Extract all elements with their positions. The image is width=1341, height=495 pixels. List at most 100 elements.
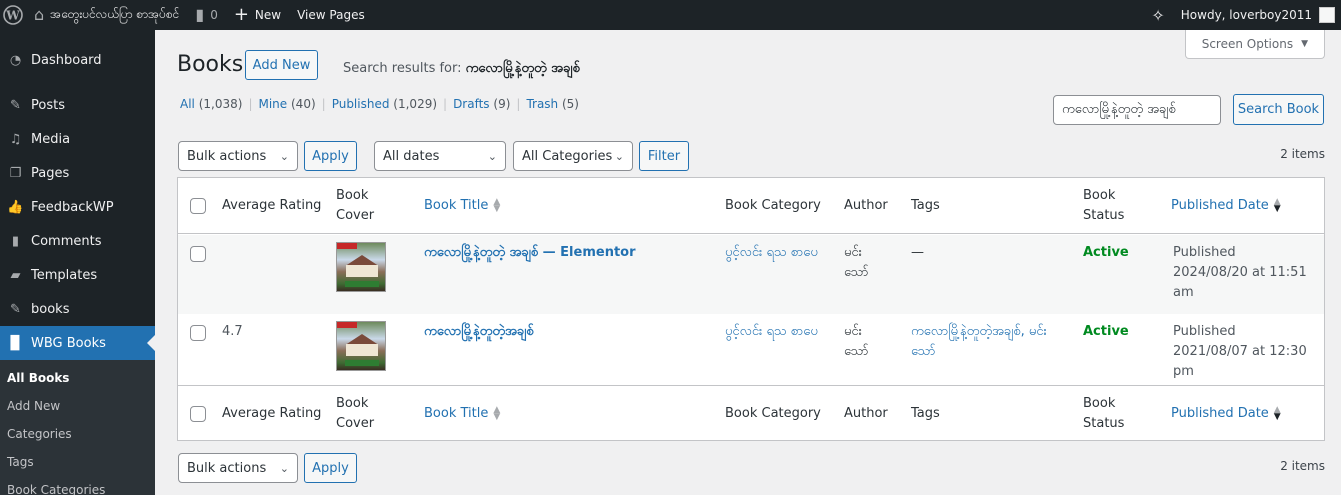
book-title: ကလောမြို့နဲ့တူတဲ့အချစ် bbox=[424, 324, 534, 339]
sidebar-item-feedbackwp[interactable]: 👍 FeedbackWP bbox=[0, 190, 155, 224]
view-label: Published bbox=[331, 97, 390, 111]
row-checkbox[interactable] bbox=[190, 246, 206, 262]
folder-icon: ▰ bbox=[10, 267, 21, 283]
sidebar-item-posts[interactable]: ✎ Posts bbox=[0, 88, 155, 122]
view-mine[interactable]: Mine (40) bbox=[258, 97, 315, 111]
published-date: 2024/08/20 at 11:51 am bbox=[1173, 265, 1307, 300]
view-trash[interactable]: Trash (5) bbox=[526, 97, 579, 111]
view-label: All bbox=[180, 97, 195, 111]
col-published-date-sort[interactable]: Published Date ▲ ▼ bbox=[1171, 196, 1281, 216]
view-all[interactable]: All (1,038) bbox=[180, 97, 242, 111]
chevron-down-icon: ⌄ bbox=[279, 461, 289, 475]
published-date: 2021/08/07 at 12:30 pm bbox=[1173, 344, 1307, 379]
table-row: 4.7 ကလောမြို့နဲ့တူတဲ့အချစ် ပွင့်လင်း ရသ … bbox=[178, 314, 1324, 385]
select-all-checkbox[interactable] bbox=[190, 406, 206, 422]
filter-button[interactable]: Filter bbox=[639, 141, 689, 171]
book-title-link[interactable]: ကလောမြို့နဲ့တူတဲ့အချစ် bbox=[424, 322, 714, 342]
sidebar-item-dashboard[interactable]: ◔ Dashboard bbox=[0, 43, 155, 77]
svg-text:W: W bbox=[5, 9, 20, 23]
sidebar-item-pages[interactable]: ❐ Pages bbox=[0, 156, 155, 190]
date-filter-value: All dates bbox=[383, 148, 440, 164]
items-count: 2 items bbox=[1280, 147, 1325, 161]
book-title-link[interactable]: ကလောမြို့နဲ့တူတဲ့ အချစ် — Elementor bbox=[424, 243, 714, 263]
new-content-link[interactable]: + New bbox=[226, 0, 289, 30]
sidebar-item-label: Media bbox=[31, 131, 71, 147]
bulk-actions-value: Bulk actions bbox=[187, 148, 267, 164]
row-checkbox[interactable] bbox=[190, 325, 206, 341]
published-status: Published bbox=[1173, 324, 1236, 339]
view-drafts[interactable]: Drafts (9) bbox=[453, 97, 510, 111]
site-name-link[interactable]: ⌂ အတွေးပင်လယ်ပြာ စာအုပ်စင် bbox=[26, 0, 187, 30]
add-new-button[interactable]: Add New bbox=[245, 50, 318, 80]
col-book-status: Book Status bbox=[1083, 396, 1125, 431]
sidebar-item-templates[interactable]: ▰ Templates bbox=[0, 258, 155, 292]
category-filter-select[interactable]: All Categories ⌄ bbox=[513, 141, 633, 171]
search-input[interactable] bbox=[1053, 95, 1221, 125]
book-author: မင်းသော် bbox=[844, 324, 869, 359]
col-published-date: Published Date bbox=[1171, 198, 1269, 213]
apply-button[interactable]: Apply bbox=[304, 141, 357, 171]
view-count: (40) bbox=[291, 97, 316, 111]
sidebar-item-label: Posts bbox=[31, 97, 65, 113]
col-average-rating: Average Rating bbox=[222, 198, 322, 213]
status-badge: Active bbox=[1083, 324, 1129, 339]
search-book-button[interactable]: Search Book bbox=[1233, 94, 1324, 125]
view-published[interactable]: Published (1,029) bbox=[332, 97, 437, 111]
status-badge: Active bbox=[1083, 245, 1129, 260]
sidebar-item-comments[interactable]: ▮ Comments bbox=[0, 224, 155, 258]
col-published-date-sort[interactable]: Published Date ▲ ▼ bbox=[1171, 404, 1281, 424]
submenu-all-books[interactable]: All Books bbox=[0, 364, 155, 392]
avatar bbox=[1319, 7, 1335, 23]
book-title-suffix: — Elementor bbox=[538, 245, 636, 260]
media-icon: ♫ bbox=[9, 131, 22, 147]
submenu-book-categories[interactable]: Book Categories bbox=[0, 476, 155, 495]
wordpress-logo-icon[interactable]: W bbox=[0, 0, 26, 30]
pin-icon: ✎ bbox=[10, 97, 21, 113]
my-account-link[interactable]: Howdy, loverboy2011 bbox=[1173, 0, 1341, 30]
col-book-title-sort[interactable]: Book Title ▲ ▼ bbox=[424, 196, 500, 216]
admin-sidebar: ◔ Dashboard ✎ Posts ♫ Media ❐ Pages 👍 Fe… bbox=[0, 30, 155, 495]
category-filter-value: All Categories bbox=[522, 148, 613, 164]
comments-count: 0 bbox=[210, 8, 218, 22]
submenu-add-new[interactable]: Add New bbox=[0, 392, 155, 420]
select-all-checkbox[interactable] bbox=[190, 198, 206, 214]
sidebar-item-wbg-books[interactable]: ▉ WBG Books bbox=[0, 326, 155, 360]
separator: | bbox=[443, 97, 448, 111]
howdy-text: Howdy, loverboy2011 bbox=[1180, 8, 1312, 22]
view-pages-link[interactable]: View Pages bbox=[289, 0, 373, 30]
sidebar-item-books[interactable]: ✎ books bbox=[0, 292, 155, 326]
date-filter-select[interactable]: All dates ⌄ bbox=[374, 141, 506, 171]
view-label: Mine bbox=[258, 97, 288, 111]
col-book-cover: Book Cover bbox=[336, 396, 375, 431]
submenu-categories[interactable]: Categories bbox=[0, 420, 155, 448]
chevron-down-icon: ⌄ bbox=[487, 149, 497, 163]
screen-options-button[interactable]: Screen Options ▼ bbox=[1184, 30, 1325, 59]
sidebar-item-label: Templates bbox=[31, 267, 98, 283]
col-tags: Tags bbox=[911, 198, 940, 213]
view-label: Trash bbox=[526, 97, 559, 111]
sort-icon: ▲ ▼ bbox=[1273, 405, 1281, 422]
book-cover-image[interactable] bbox=[336, 321, 386, 371]
submenu-tags[interactable]: Tags bbox=[0, 448, 155, 476]
search-results-label: Search results for: ကလောမြို့နဲ့တူတဲ့ အခ… bbox=[343, 60, 580, 79]
sidebar-item-media[interactable]: ♫ Media bbox=[0, 122, 155, 156]
table-header: Average Rating Book Cover Book Title ▲ ▼ … bbox=[178, 178, 1324, 234]
ai-sparkle-button[interactable]: ✧ bbox=[1143, 0, 1172, 30]
book-category-link[interactable]: ပွင့်လင်း ရသ စာပေ bbox=[725, 243, 820, 263]
sidebar-item-label: Comments bbox=[31, 233, 102, 249]
bulk-actions-select[interactable]: Bulk actions ⌄ bbox=[178, 141, 298, 171]
sidebar-item-label: FeedbackWP bbox=[31, 199, 114, 215]
col-author: Author bbox=[844, 198, 888, 213]
book-cover-image[interactable] bbox=[336, 242, 386, 292]
comments-link[interactable]: ▮ 0 bbox=[187, 0, 225, 30]
search-results-prefix: Search results for: bbox=[343, 61, 462, 76]
book-category-link[interactable]: ပွင့်လင်း ရသ စာပေ bbox=[725, 322, 820, 342]
bulk-actions-value: Bulk actions bbox=[187, 460, 267, 476]
chevron-down-icon: ⌄ bbox=[279, 149, 289, 163]
col-book-title-sort[interactable]: Book Title ▲ ▼ bbox=[424, 404, 500, 424]
published-status: Published bbox=[1173, 245, 1236, 260]
bulk-actions-select-bottom[interactable]: Bulk actions ⌄ bbox=[178, 453, 298, 483]
apply-button-bottom[interactable]: Apply bbox=[304, 453, 357, 483]
book-tags-link[interactable]: ကလောမြို့နဲ့တူတဲ့အချစ်, မင်းသော် bbox=[911, 322, 1071, 362]
book-title: ကလောမြို့နဲ့တူတဲ့ အချစ် bbox=[424, 245, 539, 260]
